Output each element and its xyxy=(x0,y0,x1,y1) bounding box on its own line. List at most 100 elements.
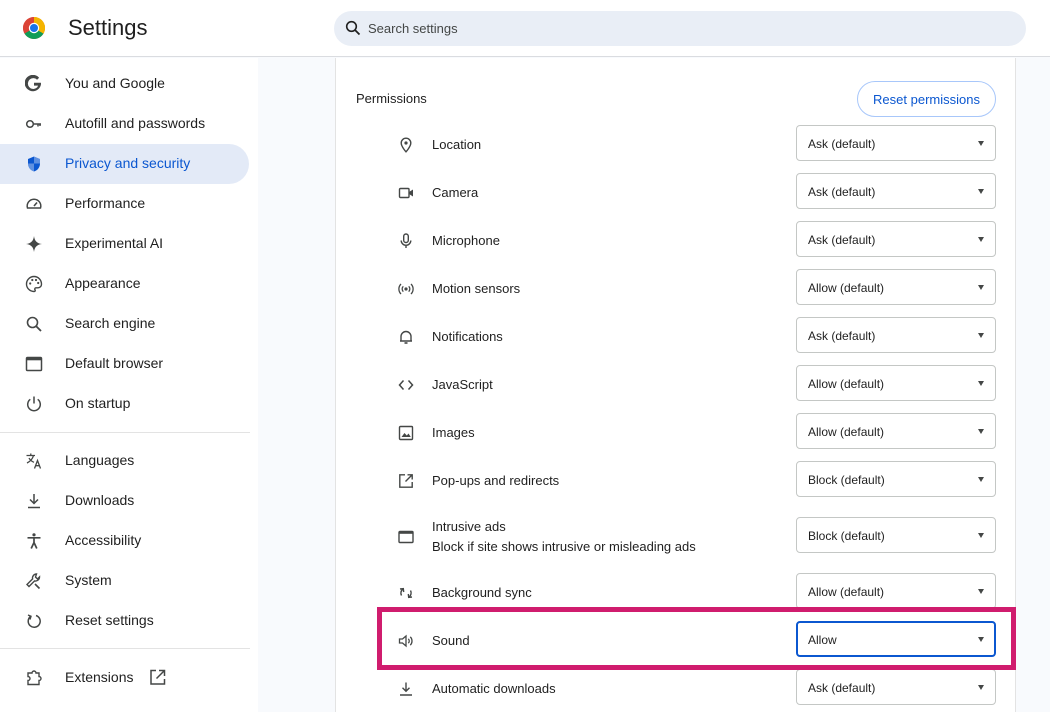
download-icon xyxy=(400,682,412,696)
sidebar-item-label: Privacy and security xyxy=(65,155,191,171)
sidebar-item-label: Default browser xyxy=(65,355,164,371)
key-icon xyxy=(25,119,41,129)
popups-select[interactable]: Block (default) xyxy=(796,461,996,497)
permission-row-motion-sensors: Motion sensors Allow (default) xyxy=(336,268,1017,316)
permission-label: Motion sensors xyxy=(432,281,521,296)
caret-down-icon xyxy=(978,685,984,690)
background-sync-select[interactable]: Allow (default) xyxy=(796,573,996,609)
sidebar-item-on-startup[interactable]: On startup xyxy=(0,384,249,424)
permission-row-microphone: Microphone Ask (default) xyxy=(336,220,1017,268)
sidebar-item-label: On startup xyxy=(65,395,131,411)
select-value: Allow xyxy=(808,633,837,647)
permission-row-background-sync: Background sync Allow (default) xyxy=(336,572,1017,620)
translate-icon xyxy=(26,453,42,469)
palette-icon xyxy=(25,275,43,293)
sidebar-item-label: You and Google xyxy=(65,75,165,91)
permission-row-automatic-downloads: Automatic downloads Ask (default) xyxy=(336,668,1017,712)
open-external-icon xyxy=(399,474,413,488)
sidebar-item-languages[interactable]: Languages xyxy=(0,441,249,481)
sidebar-item-you-and-google[interactable]: You and Google xyxy=(0,64,249,104)
notifications-select[interactable]: Ask (default) xyxy=(796,317,996,353)
reset-icon xyxy=(27,614,41,628)
permission-row-notifications: Notifications Ask (default) xyxy=(336,316,1017,364)
permission-label: Images xyxy=(432,425,475,440)
sidebar-item-downloads[interactable]: Downloads xyxy=(0,481,249,521)
location-select[interactable]: Ask (default) xyxy=(796,125,996,161)
intrusive-ads-select[interactable]: Block (default) xyxy=(796,517,996,553)
sidebar-item-autofill[interactable]: Autofill and passwords xyxy=(0,104,249,144)
sidebar-item-experimental-ai[interactable]: Experimental AI xyxy=(0,224,249,264)
javascript-select[interactable]: Allow (default) xyxy=(796,365,996,401)
caret-down-icon xyxy=(978,333,984,338)
caret-down-icon xyxy=(978,141,984,146)
sidebar-item-label: Search engine xyxy=(65,315,156,331)
microphone-icon xyxy=(400,233,412,248)
permission-row-camera: Camera Ask (default) xyxy=(336,172,1017,220)
permission-row-popups: Pop-ups and redirects Block (default) xyxy=(336,460,1017,508)
permission-label: Background sync xyxy=(432,585,532,600)
browser-window-icon xyxy=(25,356,43,372)
microphone-select[interactable]: Ask (default) xyxy=(796,221,996,257)
permission-label: Pop-ups and redirects xyxy=(432,473,560,488)
sidebar-item-default-browser[interactable]: Default browser xyxy=(0,344,249,384)
sidebar-item-label: Extensions xyxy=(65,669,134,685)
page-title: Settings xyxy=(68,15,148,40)
sidebar-item-privacy-and-security[interactable]: Privacy and security xyxy=(0,144,249,184)
permissions-card: Permissions Reset permissions Location A… xyxy=(335,58,1016,712)
sidebar-item-accessibility[interactable]: Accessibility xyxy=(0,521,249,561)
caret-down-icon xyxy=(978,189,984,194)
sidebar-item-reset-settings[interactable]: Reset settings xyxy=(0,601,249,641)
speedometer-icon xyxy=(26,198,42,209)
speaker-icon xyxy=(398,634,413,648)
open-external-icon xyxy=(150,669,166,685)
permission-row-location: Location Ask (default) xyxy=(336,124,1017,172)
permission-label: Location xyxy=(432,137,482,152)
select-value: Block (default) xyxy=(808,529,885,543)
sidebar-item-label: Performance xyxy=(65,195,146,211)
search-box[interactable] xyxy=(334,11,1026,46)
permission-label: Sound xyxy=(432,633,470,648)
select-value: Allow (default) xyxy=(808,425,885,439)
caret-down-icon xyxy=(978,381,984,386)
code-icon xyxy=(398,380,414,390)
sidebar-item-search-engine[interactable]: Search engine xyxy=(0,304,249,344)
permission-row-sound: Sound Allow xyxy=(336,620,1017,668)
select-value: Ask (default) xyxy=(808,233,876,247)
select-value: Ask (default) xyxy=(808,329,876,343)
caret-down-icon xyxy=(978,285,984,290)
camera-icon xyxy=(398,187,413,199)
search-input[interactable] xyxy=(368,11,1008,46)
sidebar-item-label: Reset settings xyxy=(65,612,154,628)
caret-down-icon xyxy=(978,533,984,538)
select-value: Allow (default) xyxy=(808,585,885,599)
sound-select[interactable]: Allow xyxy=(796,621,996,657)
sidebar-item-system[interactable]: System xyxy=(0,561,249,601)
motion-sensors-icon xyxy=(398,283,414,295)
sidebar-item-extensions[interactable]: Extensions xyxy=(0,658,249,698)
reset-permissions-button[interactable]: Reset permissions xyxy=(857,81,996,117)
caret-down-icon xyxy=(978,429,984,434)
bell-icon xyxy=(400,330,412,344)
accessibility-icon xyxy=(27,533,41,549)
permissions-title: Permissions xyxy=(356,91,427,106)
sidebar-item-performance[interactable]: Performance xyxy=(0,184,249,224)
caret-down-icon xyxy=(978,637,984,642)
automatic-downloads-select[interactable]: Ask (default) xyxy=(796,669,996,705)
search-icon xyxy=(345,20,361,36)
caret-down-icon xyxy=(978,477,984,482)
select-value: Ask (default) xyxy=(808,137,876,151)
select-value: Block (default) xyxy=(808,473,885,487)
sidebar-item-label: Autofill and passwords xyxy=(65,115,206,131)
location-pin-icon xyxy=(400,137,412,153)
sidebar-item-label: Languages xyxy=(65,452,135,468)
permission-row-images: Images Allow (default) xyxy=(336,412,1017,460)
images-select[interactable]: Allow (default) xyxy=(796,413,996,449)
select-value: Ask (default) xyxy=(808,185,876,199)
motion-sensors-select[interactable]: Allow (default) xyxy=(796,269,996,305)
sidebar: You and Google Autofill and passwords Pr… xyxy=(0,58,258,712)
permission-label: JavaScript xyxy=(432,377,493,392)
sidebar-item-appearance[interactable]: Appearance xyxy=(0,264,249,304)
camera-select[interactable]: Ask (default) xyxy=(796,173,996,209)
image-icon xyxy=(398,425,414,441)
select-value: Allow (default) xyxy=(808,281,885,295)
